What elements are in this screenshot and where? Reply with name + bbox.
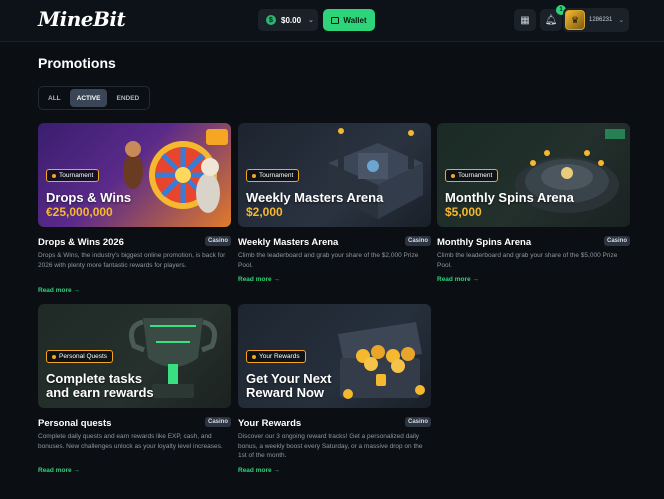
card-title: Drops & Wins 2026 — [38, 237, 124, 248]
card-description: Complete daily quests and earn rewards l… — [38, 433, 223, 450]
promo-tag: Personal Quests — [46, 350, 114, 363]
read-more-link[interactable]: Read more → — [437, 276, 479, 283]
card-title: Weekly Masters Arena — [238, 237, 339, 248]
promo-tag: Your Rewards — [246, 350, 306, 363]
promo-banner[interactable]: Tournament Weekly Masters Arena $2,000 — [238, 123, 431, 227]
promo-tag: Tournament — [46, 169, 100, 182]
banner-title: Complete tasks and earn rewards — [46, 371, 154, 401]
category-badge: Casino — [204, 417, 231, 427]
wallet-icon — [331, 16, 340, 24]
card-description: Drops & Wins, the industry's biggest onl… — [38, 252, 226, 269]
promo-tag: Tournament — [445, 169, 499, 182]
category-badge: Casino — [603, 236, 630, 246]
dollar-coin-icon: $ — [266, 15, 276, 25]
category-badge: Casino — [204, 236, 231, 246]
notifications-button[interactable]: 🔔︎ 1 — [540, 5, 566, 31]
banner-amount: $2,000 — [246, 205, 283, 219]
read-more-link[interactable]: Read more → — [238, 467, 280, 474]
wallet-button[interactable]: Wallet — [323, 9, 375, 31]
promo-card-drops-wins[interactable]: Tournament Drops & Wins €25,000,000 Drop… — [38, 123, 231, 299]
rewards-button[interactable]: ▦ — [514, 9, 536, 31]
banner-amount: €25,000,000 — [46, 205, 113, 219]
promotion-tabs: ALL ACTIVE ENDED — [38, 86, 150, 110]
read-more-link[interactable]: Read more → — [238, 276, 280, 283]
read-more-link[interactable]: Read more → — [38, 467, 80, 474]
promo-card-your-rewards[interactable]: Your Rewards Get Your Next Reward Now Yo… — [238, 304, 431, 478]
wallet-label: Wallet — [343, 15, 367, 25]
read-more-link[interactable]: Read more → — [38, 287, 80, 294]
page-title: Promotions — [38, 55, 116, 71]
card-title: Personal quests — [38, 418, 112, 429]
bell-icon: 🔔︎ — [544, 14, 558, 26]
card-title: Your Rewards — [238, 418, 302, 429]
promo-banner[interactable]: Tournament Monthly Spins Arena $5,000 — [437, 123, 630, 227]
gift-icon: ▦ — [520, 14, 530, 26]
promo-tag: Tournament — [246, 169, 300, 182]
card-description: Discover our 3 ongoing reward tracks! Ge… — [238, 433, 423, 459]
banner-title: Get Your Next Reward Now — [246, 371, 332, 401]
tag-dot-icon — [252, 354, 256, 359]
tab-all[interactable]: ALL — [41, 89, 68, 107]
banner-title: Weekly Masters Arena — [246, 190, 384, 205]
banner-title: Drops & Wins — [46, 190, 132, 205]
tag-dot-icon — [252, 173, 256, 178]
promo-card-monthly-spins[interactable]: Tournament Monthly Spins Arena $5,000 Mo… — [437, 123, 630, 288]
card-description: Climb the leaderboard and grab your shar… — [238, 252, 419, 269]
username: 1286231 — [589, 17, 613, 23]
logo[interactable]: MineBit — [38, 7, 126, 31]
user-menu[interactable]: ♛ 1286231 ⌄ — [563, 8, 629, 32]
promo-card-personal-quests[interactable]: Personal Quests Complete tasks and earn … — [38, 304, 231, 478]
card-description: Climb the leaderboard and grab your shar… — [437, 252, 618, 269]
tag-dot-icon — [52, 173, 56, 178]
balance-selector[interactable]: $ $0.00 ⌄ — [258, 9, 318, 31]
banner-title: Monthly Spins Arena — [445, 190, 574, 205]
banner-amount: $5,000 — [445, 205, 482, 219]
promo-banner[interactable]: Your Rewards Get Your Next Reward Now — [238, 304, 431, 408]
promo-banner[interactable]: Personal Quests Complete tasks and earn … — [38, 304, 231, 408]
tab-ended[interactable]: ENDED — [109, 89, 146, 107]
balance-amount: $0.00 — [281, 15, 302, 25]
tab-active[interactable]: ACTIVE — [69, 89, 108, 107]
tag-dot-icon — [451, 173, 455, 178]
top-header: MineBit $ $0.00 ⌄ Wallet ▦ 🔔︎ 1 ♛ 128623… — [0, 0, 664, 42]
category-badge: Casino — [404, 236, 431, 246]
avatar: ♛ — [565, 10, 585, 30]
tag-dot-icon — [52, 354, 56, 359]
promo-banner[interactable]: Tournament Drops & Wins €25,000,000 — [38, 123, 231, 227]
card-title: Monthly Spins Arena — [437, 237, 532, 248]
category-badge: Casino — [404, 417, 431, 427]
promo-card-weekly-masters[interactable]: Tournament Weekly Masters Arena $2,000 W… — [238, 123, 431, 288]
chevron-down-icon: ⌄ — [308, 17, 314, 24]
chevron-down-icon: ⌄ — [618, 17, 625, 24]
